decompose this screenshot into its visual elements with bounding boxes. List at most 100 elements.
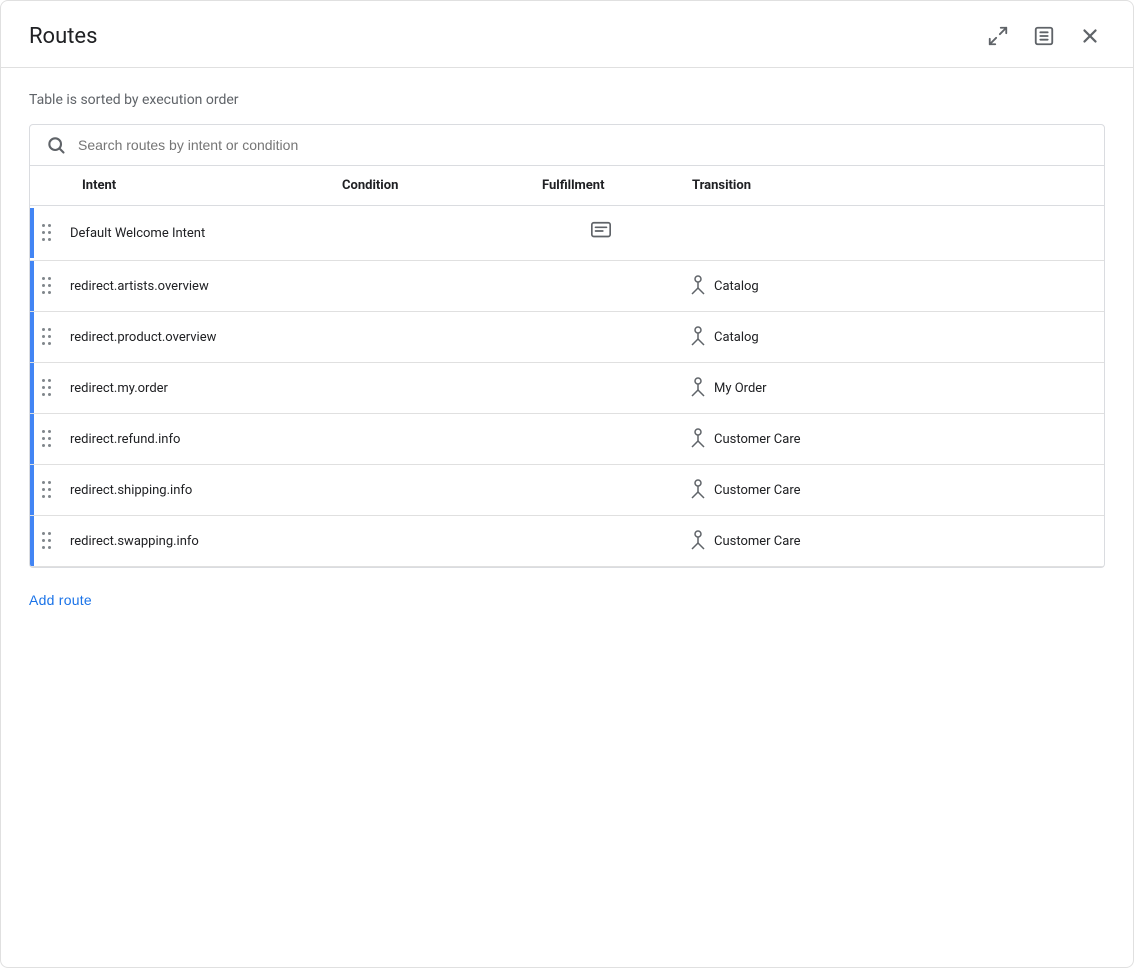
transition-wrap: Customer Care bbox=[688, 530, 1092, 552]
cell-intent: Default Welcome Intent bbox=[66, 206, 326, 261]
drag-dot bbox=[42, 379, 45, 382]
drag-handle[interactable] bbox=[34, 414, 59, 464]
drag-dot bbox=[42, 532, 45, 535]
drag-dot bbox=[48, 437, 51, 440]
add-route-button[interactable]: Add route bbox=[29, 584, 1105, 616]
cell-transition: Catalog bbox=[676, 261, 1104, 312]
cell-condition bbox=[326, 363, 526, 414]
transition-label: Catalog bbox=[714, 330, 759, 345]
close-icon[interactable] bbox=[1075, 21, 1105, 51]
drag-dot bbox=[48, 335, 51, 338]
drag-handle[interactable] bbox=[34, 516, 59, 566]
drag-dot bbox=[48, 238, 51, 241]
cell-condition bbox=[326, 516, 526, 567]
cell-fulfillment bbox=[526, 312, 676, 363]
cell-intent: redirect.product.overview bbox=[66, 312, 326, 363]
cell-transition: Customer Care bbox=[676, 414, 1104, 465]
table-row[interactable]: redirect.my.order My Order bbox=[30, 363, 1104, 414]
drag-cell bbox=[30, 363, 66, 414]
drag-dot bbox=[48, 393, 51, 396]
cell-transition bbox=[676, 206, 1104, 261]
cell-fulfillment bbox=[526, 516, 676, 567]
cell-condition bbox=[326, 206, 526, 261]
cell-fulfillment bbox=[526, 465, 676, 516]
drag-dot bbox=[48, 386, 51, 389]
transition-wrap: My Order bbox=[688, 377, 1092, 399]
transition-label: Customer Care bbox=[714, 483, 801, 498]
transition-label: Customer Care bbox=[714, 432, 801, 447]
dialog-body: Table is sorted by execution order Inten… bbox=[1, 68, 1133, 967]
drag-dot bbox=[48, 488, 51, 491]
table-row[interactable]: redirect.swapping.infoCustomer Care bbox=[30, 516, 1104, 567]
table-subtitle: Table is sorted by execution order bbox=[29, 92, 1105, 108]
cell-condition bbox=[326, 414, 526, 465]
drag-dot bbox=[42, 335, 45, 338]
drag-dot bbox=[48, 328, 51, 331]
transition-wrap: Catalog bbox=[688, 275, 1092, 297]
drag-dot bbox=[48, 284, 51, 287]
drag-dot bbox=[48, 277, 51, 280]
transition-label: Customer Care bbox=[714, 534, 801, 549]
drag-dot bbox=[48, 532, 51, 535]
drag-dot bbox=[42, 430, 45, 433]
drag-dot bbox=[48, 291, 51, 294]
drag-dot bbox=[48, 495, 51, 498]
cell-fulfillment bbox=[526, 261, 676, 312]
drag-handle[interactable] bbox=[34, 312, 59, 362]
table-header-row: Intent Condition Fulfillment Transition bbox=[30, 166, 1104, 206]
dialog-title: Routes bbox=[29, 24, 97, 49]
drag-cell bbox=[30, 516, 66, 567]
drag-dot bbox=[48, 539, 51, 542]
table-row[interactable]: redirect.shipping.infoCustomer Care bbox=[30, 465, 1104, 516]
transition-label: My Order bbox=[714, 381, 767, 396]
transition-icon bbox=[688, 530, 708, 552]
drag-cell bbox=[30, 206, 66, 261]
dialog-header: Routes bbox=[1, 1, 1133, 68]
drag-dot bbox=[48, 231, 51, 234]
message-icon bbox=[590, 220, 612, 242]
search-icon bbox=[46, 135, 66, 155]
table-row[interactable]: redirect.artists.overviewCatalog bbox=[30, 261, 1104, 312]
transition-icon bbox=[688, 326, 708, 348]
drag-dot bbox=[48, 379, 51, 382]
table-row[interactable]: Default Welcome Intent bbox=[30, 206, 1104, 261]
drag-dot bbox=[42, 238, 45, 241]
drag-dot bbox=[48, 342, 51, 345]
cell-transition: Catalog bbox=[676, 312, 1104, 363]
drag-dot bbox=[48, 430, 51, 433]
drag-dot bbox=[42, 231, 45, 234]
drag-dot bbox=[42, 546, 45, 549]
expand-icon[interactable] bbox=[983, 21, 1013, 51]
transition-wrap: Customer Care bbox=[688, 428, 1092, 450]
drag-handle[interactable] bbox=[34, 363, 59, 413]
cell-condition bbox=[326, 312, 526, 363]
drag-handle[interactable] bbox=[34, 261, 59, 311]
drag-dot bbox=[42, 488, 45, 491]
collapse-icon[interactable] bbox=[1029, 21, 1059, 51]
drag-dot bbox=[42, 328, 45, 331]
drag-dot bbox=[42, 284, 45, 287]
cell-fulfillment bbox=[526, 206, 676, 261]
th-drag bbox=[30, 166, 66, 206]
drag-dot bbox=[42, 342, 45, 345]
drag-dot bbox=[48, 224, 51, 227]
drag-handle[interactable] bbox=[34, 465, 59, 515]
cell-transition: Customer Care bbox=[676, 516, 1104, 567]
cell-fulfillment bbox=[526, 414, 676, 465]
drag-dot bbox=[42, 495, 45, 498]
th-intent: Intent bbox=[66, 166, 326, 206]
drag-dot bbox=[42, 444, 45, 447]
drag-dot bbox=[42, 277, 45, 280]
search-input[interactable] bbox=[78, 137, 1088, 153]
drag-dot bbox=[48, 546, 51, 549]
drag-dot bbox=[42, 224, 45, 227]
cell-intent: redirect.my.order bbox=[66, 363, 326, 414]
drag-handle[interactable] bbox=[34, 208, 59, 258]
table-row[interactable]: redirect.refund.infoCustomer Care bbox=[30, 414, 1104, 465]
drag-dot bbox=[42, 291, 45, 294]
cell-condition bbox=[326, 465, 526, 516]
table-row[interactable]: redirect.product.overview Catalog bbox=[30, 312, 1104, 363]
transition-label: Catalog bbox=[714, 279, 759, 294]
transition-wrap: Catalog bbox=[688, 326, 1092, 348]
cell-fulfillment bbox=[526, 363, 676, 414]
